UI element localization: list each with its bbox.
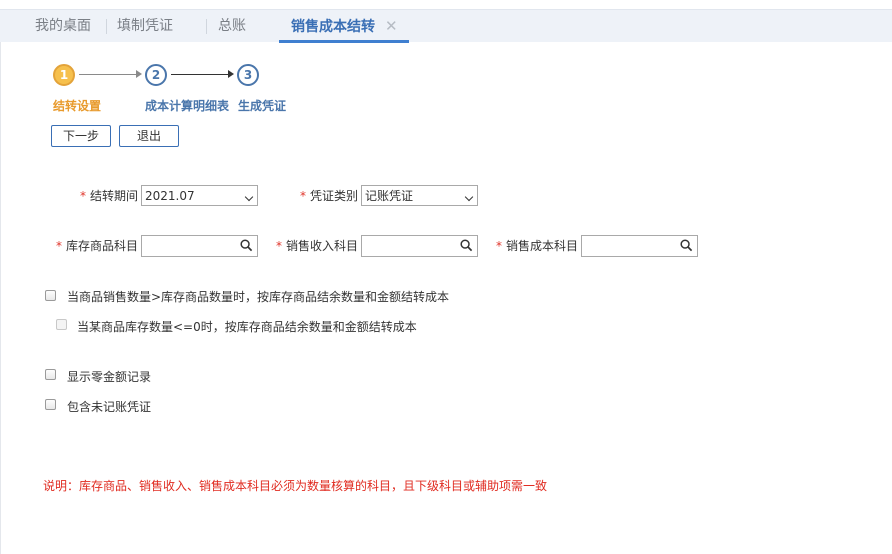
search-icon[interactable] — [240, 239, 253, 252]
inventory-account-input[interactable] — [141, 235, 258, 257]
sales-income-account-input[interactable] — [361, 235, 478, 257]
tab-desktop[interactable]: 我的桌面 — [35, 10, 91, 42]
step-2-label: 成本计算明细表 — [145, 99, 230, 113]
close-icon[interactable]: ✕ — [385, 17, 398, 35]
step-1-label: 结转设置 — [53, 99, 102, 113]
required-mark: * — [80, 189, 86, 203]
instruction-note: 说明：库存商品、销售收入、销售成本科目必须为数量核算的科目，且下级科目或辅助项需… — [43, 479, 548, 493]
sales-income-account-label-text: 销售收入科目 — [286, 239, 359, 253]
exit-button[interactable]: 退出 — [119, 125, 179, 147]
tab-voucher-entry[interactable]: 填制凭证 — [117, 10, 173, 42]
period-label: * 结转期间 — [80, 187, 138, 204]
next-step-button[interactable]: 下一步 — [51, 125, 111, 147]
period-select[interactable]: 2021.07 — [141, 185, 258, 206]
voucher-type-select[interactable]: 记账凭证 — [361, 185, 478, 206]
sales-income-account-field[interactable] — [364, 237, 458, 257]
required-mark: * — [300, 189, 306, 203]
step-1-circle: 1 — [53, 64, 75, 86]
sales-cost-account-label-text: 销售成本科目 — [506, 239, 579, 253]
show-zero-amount-label[interactable]: 显示零金额记录 — [67, 368, 151, 385]
search-icon[interactable] — [680, 239, 693, 252]
tab-separator — [206, 19, 207, 34]
tab-general-ledger[interactable]: 总账 — [218, 10, 246, 42]
inventory-account-field[interactable] — [144, 237, 238, 257]
required-mark: * — [276, 239, 282, 253]
period-value: 2021.07 — [145, 189, 195, 203]
required-mark: * — [496, 239, 502, 253]
include-unposted-label[interactable]: 包含未记账凭证 — [67, 398, 151, 415]
voucher-type-value: 记账凭证 — [365, 189, 414, 203]
step-3-label: 生成凭证 — [238, 99, 287, 113]
oversold-option-label[interactable]: 当商品销售数量>库存商品数量时，按库存商品结余数量和金额结转成本 — [67, 288, 449, 305]
tab-separator — [106, 19, 107, 34]
voucher-type-label-text: 凭证类别 — [310, 189, 359, 203]
step-2-circle: 2 — [145, 64, 167, 86]
sales-cost-account-label: * 销售成本科目 — [496, 237, 578, 254]
active-tab-indicator — [279, 40, 409, 43]
sales-cost-account-field[interactable] — [584, 237, 678, 257]
tab-label: 销售成本结转 — [291, 19, 375, 35]
zero-stock-option-label: 当某商品库存数量<=0时，按库存商品结余数量和金额结转成本 — [77, 320, 417, 334]
show-zero-amount-checkbox[interactable] — [45, 369, 56, 380]
chevron-down-icon — [244, 192, 254, 202]
inventory-account-label: * 库存商品科目 — [56, 237, 138, 254]
period-label-text: 结转期间 — [90, 189, 139, 203]
step-connector — [171, 74, 229, 75]
arrow-right-icon — [136, 70, 142, 78]
tab-bar: 我的桌面 填制凭证 总账 销售成本结转 ✕ — [0, 9, 892, 43]
sales-income-account-label: * 销售收入科目 — [276, 237, 358, 254]
oversold-option-checkbox[interactable] — [45, 290, 56, 301]
required-mark: * — [56, 239, 62, 253]
step-3-circle: 3 — [237, 64, 259, 86]
sales-cost-account-input[interactable] — [581, 235, 698, 257]
step-connector — [79, 74, 137, 75]
search-icon[interactable] — [460, 239, 473, 252]
arrow-right-icon — [228, 70, 234, 78]
page-border — [0, 42, 1, 554]
inventory-account-label-text: 库存商品科目 — [66, 239, 139, 253]
tab-sales-cost-transfer[interactable]: 销售成本结转 ✕ — [291, 10, 398, 42]
zero-stock-option-checkbox — [56, 319, 67, 330]
chevron-down-icon — [464, 192, 474, 202]
voucher-type-label: * 凭证类别 — [300, 187, 358, 204]
include-unposted-checkbox[interactable] — [45, 399, 56, 410]
